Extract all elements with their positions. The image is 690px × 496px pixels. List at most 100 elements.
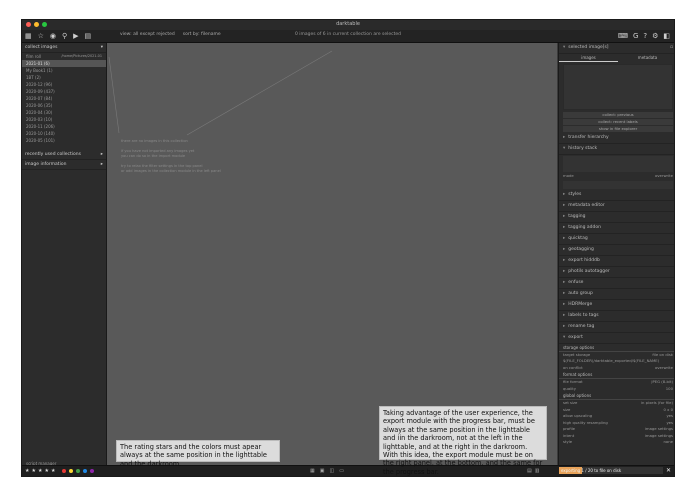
color-label-dot[interactable] <box>90 469 94 473</box>
tab-images[interactable]: images <box>559 54 618 62</box>
image-information-header[interactable]: image information ▸ <box>22 160 106 170</box>
module-item[interactable]: ▸ quicktag <box>559 234 674 245</box>
module-item[interactable]: ▸ metadata editor <box>559 201 674 212</box>
selected-images-header[interactable]: ▾ selected image[s] ▫ <box>559 43 674 54</box>
top-toolbar: ▦ ☆ ◉ ⚲ ▶ ▤ view: all except rejected so… <box>22 30 674 43</box>
module-label: rename tag <box>568 323 595 329</box>
collection-item[interactable]: 2020-11 (206) <box>22 123 106 130</box>
collection-item[interactable]: 2020-04 (30) <box>22 109 106 116</box>
annotation-stars-note: The rating stars and the colors must ape… <box>116 440 280 468</box>
color-label-dot[interactable] <box>62 469 66 473</box>
star-icon[interactable]: ★ <box>31 468 35 474</box>
timeline-toggle-icon[interactable]: ▥ <box>535 468 540 474</box>
collection-item[interactable]: 1BT (2) <box>22 74 106 81</box>
module-label: enfuse <box>568 279 584 285</box>
empty-message-line: or add images in the collection module i… <box>121 169 221 173</box>
help-icon[interactable]: ? <box>643 31 647 41</box>
collection-item[interactable]: 2021-01 (6) <box>22 60 106 67</box>
module-item[interactable]: ▸ rename tag <box>559 322 674 333</box>
module-label: metadata editor <box>568 202 605 208</box>
module-label: HDRMerge <box>568 301 593 307</box>
chevron-right-icon: ▸ <box>563 312 566 318</box>
module-item[interactable]: ▸ tagging <box>559 212 674 223</box>
settings-icon[interactable]: ⚙ <box>652 31 658 41</box>
star-icon[interactable]: ★ <box>38 468 42 474</box>
film-roll-row[interactable]: film roll/home/Pictures/2021-01 <box>22 53 106 60</box>
color-labels <box>62 469 94 473</box>
collect-recent-labels-button[interactable]: collect: recent labels <box>563 119 673 125</box>
collect-images-header[interactable]: collect images ▾ <box>22 43 106 53</box>
layout-preview-icon[interactable]: ▭ <box>339 468 344 474</box>
star-icon[interactable]: ★ <box>25 468 29 474</box>
collection-item[interactable]: 2020-05 (101) <box>22 137 106 144</box>
chevron-right-icon: ▸ <box>563 202 566 208</box>
star-icon[interactable]: ★ <box>44 468 48 474</box>
option-value: none <box>663 439 673 444</box>
collection-item[interactable]: 2020-12 (96) <box>22 81 106 88</box>
preferences-icon[interactable]: ◧ <box>663 31 670 41</box>
module-label: geotagging <box>568 246 594 252</box>
collection-item[interactable]: 2020-09 (437) <box>22 88 106 95</box>
collect-previous-button[interactable]: collect: previous <box>563 112 673 118</box>
empty-hint-lines <box>108 50 333 136</box>
option-value: 100 <box>665 385 673 391</box>
module-label: auto group <box>568 290 593 296</box>
lighttable-area[interactable]: there are no images in this collection if… <box>107 43 557 467</box>
selected-actions-grid[interactable] <box>563 64 673 110</box>
title-bar: darktable <box>22 20 674 30</box>
export-progress-label: exporting 1 / 20 to file on disk <box>561 468 622 473</box>
module-item[interactable]: ▾ export <box>559 333 674 344</box>
chevron-right-icon: ▸ <box>563 323 566 329</box>
color-label-dot[interactable] <box>69 469 73 473</box>
module-item[interactable]: ▸ labels to tags <box>559 311 674 322</box>
module-label: styles <box>568 191 582 197</box>
selected-tabs: images metadata <box>559 54 674 62</box>
module-list: ▸ styles ▸ metadata editor ▸ tagging ▸ tagging … <box>559 190 674 344</box>
option-label: style <box>563 439 573 444</box>
module-history-stack[interactable]: ▾ history stack <box>559 144 674 155</box>
selection-status: 0 images of 6 in current collection are … <box>294 32 402 37</box>
color-label-dot[interactable] <box>76 469 80 473</box>
module-item[interactable]: ▸ auto group <box>559 289 674 300</box>
collection-item[interactable]: My Book1 (1) <box>22 67 106 74</box>
collection-item[interactable]: 2020-06 (35) <box>22 102 106 109</box>
module-transfer-hierarchy[interactable]: ▸ transfer hierarchy <box>559 133 674 144</box>
show-in-file-explorer-button[interactable]: show in file explorer <box>563 126 673 132</box>
cancel-export-icon[interactable]: ✕ <box>666 467 671 474</box>
mode-row[interactable]: mode overwrite <box>559 173 674 180</box>
module-item[interactable]: ▸ HDRMerge <box>559 300 674 311</box>
option-row[interactable]: style none <box>559 439 674 446</box>
module-item[interactable]: ▸ enfuse <box>559 278 674 289</box>
module-item[interactable]: ▸ geotagging <box>559 245 674 256</box>
chevron-right-icon: ▸ <box>563 246 566 252</box>
module-item[interactable]: ▸ export hidddb <box>559 256 674 267</box>
rating-stars: ★ ★ ★ ★ ★ <box>25 468 55 474</box>
chevron-right-icon: ▸ <box>563 191 566 197</box>
chevron-right-icon: ▸ <box>563 235 566 241</box>
recently-used-collections-header[interactable]: recently used collections ▸ <box>22 150 106 160</box>
star-icon[interactable]: ★ <box>51 468 55 474</box>
empty-collection-message: there are no images in this collection if… <box>121 139 221 174</box>
layout-culling-icon[interactable]: ◫ <box>329 468 334 474</box>
chevron-right-icon: ▸ <box>563 257 566 263</box>
format-options-header: format options <box>559 371 674 379</box>
export-progress-bar: exporting 1 / 20 to file on disk <box>559 467 663 474</box>
module-label: photils autotagger <box>568 268 610 274</box>
module-item[interactable]: ▸ styles <box>559 190 674 201</box>
filmstrip-toggle-icon[interactable]: ▤ <box>527 468 532 474</box>
layout-zoomable-icon[interactable]: ▣ <box>320 468 325 474</box>
collection-item[interactable]: 2020-07 (84) <box>22 95 106 102</box>
layout-file-manager-icon[interactable]: ▦ <box>310 468 315 474</box>
collection-item[interactable]: 2020-03 (10) <box>22 116 106 123</box>
color-label-dot[interactable] <box>83 469 87 473</box>
keyboard-icon[interactable]: ⌨ <box>618 31 628 41</box>
grouping-icon[interactable]: G <box>633 31 638 41</box>
history-buttons[interactable] <box>563 180 673 189</box>
darktable-window: darktable ▦ ☆ ◉ ⚲ ▶ ▤ view: all except r… <box>21 19 675 477</box>
collection-item[interactable]: 2020-10 (140) <box>22 130 106 137</box>
module-item[interactable]: ▸ photils autotagger <box>559 267 674 278</box>
tab-metadata[interactable]: metadata <box>618 54 674 62</box>
module-item[interactable]: ▸ tagging addon <box>559 223 674 234</box>
collection-list: 2021-01 (6) My Book1 (1) 1BT (2) 2020-12 (9… <box>22 60 106 144</box>
history-stack-body[interactable] <box>563 156 673 172</box>
